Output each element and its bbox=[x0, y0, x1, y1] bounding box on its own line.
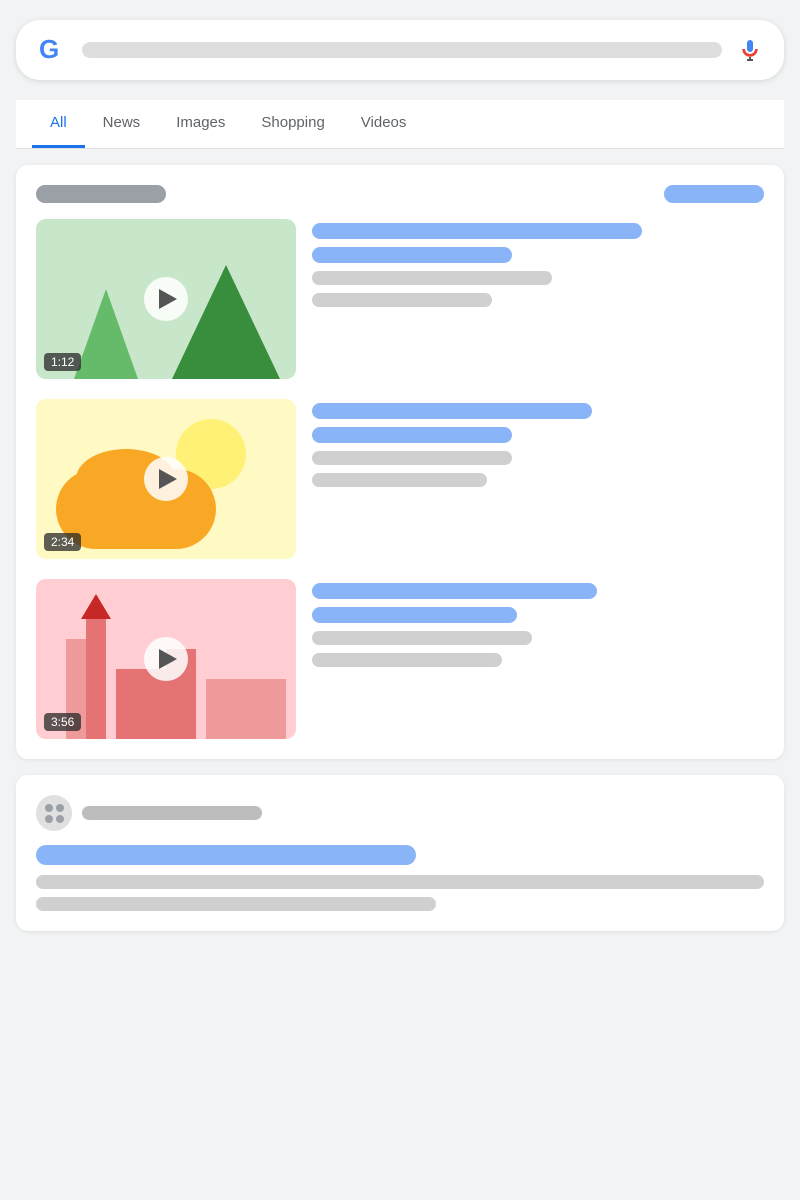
tab-videos[interactable]: Videos bbox=[343, 100, 425, 148]
play-button-3[interactable] bbox=[144, 637, 188, 681]
video-thumb-3[interactable]: 3:56 bbox=[36, 579, 296, 739]
video-info-3 bbox=[312, 579, 764, 739]
card-title bbox=[36, 185, 166, 203]
video-info-1 bbox=[312, 219, 764, 379]
video-thumb-1[interactable]: 1:12 bbox=[36, 219, 296, 379]
play-icon-3 bbox=[159, 649, 177, 669]
video-desc-3a bbox=[312, 631, 532, 645]
play-icon-2 bbox=[159, 469, 177, 489]
tower-decor bbox=[86, 619, 106, 739]
mic-icon bbox=[738, 38, 762, 62]
video-title-2[interactable] bbox=[312, 403, 592, 419]
video-row-2: 2:34 bbox=[36, 399, 764, 559]
duration-badge-2: 2:34 bbox=[44, 533, 81, 551]
dot-1 bbox=[45, 804, 53, 812]
site-row bbox=[36, 795, 764, 831]
mic-button[interactable] bbox=[734, 34, 766, 66]
tower-top-decor bbox=[81, 594, 111, 619]
result-desc-line2 bbox=[36, 897, 436, 911]
video-title-1[interactable] bbox=[312, 223, 642, 239]
video-desc-1b bbox=[312, 293, 492, 307]
video-desc-3b bbox=[312, 653, 502, 667]
svg-text:G: G bbox=[39, 34, 59, 64]
bottom-result-card bbox=[16, 775, 784, 931]
tab-news[interactable]: News bbox=[85, 100, 159, 148]
tab-images[interactable]: Images bbox=[158, 100, 243, 148]
site-favicon bbox=[36, 795, 72, 831]
tab-shopping[interactable]: Shopping bbox=[243, 100, 342, 148]
search-input[interactable] bbox=[82, 42, 722, 58]
dot-4 bbox=[56, 815, 64, 823]
result-title[interactable] bbox=[36, 845, 416, 865]
search-tabs: All News Images Shopping Videos bbox=[16, 100, 784, 149]
video-row-1: 1:12 bbox=[36, 219, 764, 379]
search-bar: G bbox=[16, 20, 784, 80]
building-right-decor bbox=[206, 679, 286, 739]
result-desc-line1 bbox=[36, 875, 764, 889]
video-subtitle-1[interactable] bbox=[312, 247, 512, 263]
dot-2 bbox=[56, 804, 64, 812]
site-icon-grid bbox=[39, 798, 70, 829]
video-row-3: 3:56 bbox=[36, 579, 764, 739]
duration-badge-1: 1:12 bbox=[44, 353, 81, 371]
video-desc-2a bbox=[312, 451, 512, 465]
card-action-button[interactable] bbox=[664, 185, 764, 203]
duration-badge-3: 3:56 bbox=[44, 713, 81, 731]
dot-3 bbox=[45, 815, 53, 823]
play-icon-1 bbox=[159, 289, 177, 309]
tab-all[interactable]: All bbox=[32, 100, 85, 148]
video-results-card: 1:12 2:34 bbox=[16, 165, 784, 759]
video-desc-2b bbox=[312, 473, 487, 487]
video-subtitle-3[interactable] bbox=[312, 607, 517, 623]
site-name bbox=[82, 806, 262, 820]
video-title-3[interactable] bbox=[312, 583, 597, 599]
video-subtitle-2[interactable] bbox=[312, 427, 512, 443]
google-logo: G bbox=[34, 32, 70, 68]
video-info-2 bbox=[312, 399, 764, 559]
card-header bbox=[36, 185, 764, 203]
video-thumb-2[interactable]: 2:34 bbox=[36, 399, 296, 559]
page-wrapper: G All News Images Shopping Videos bbox=[0, 0, 800, 951]
video-desc-1a bbox=[312, 271, 552, 285]
play-button-2[interactable] bbox=[144, 457, 188, 501]
play-button-1[interactable] bbox=[144, 277, 188, 321]
